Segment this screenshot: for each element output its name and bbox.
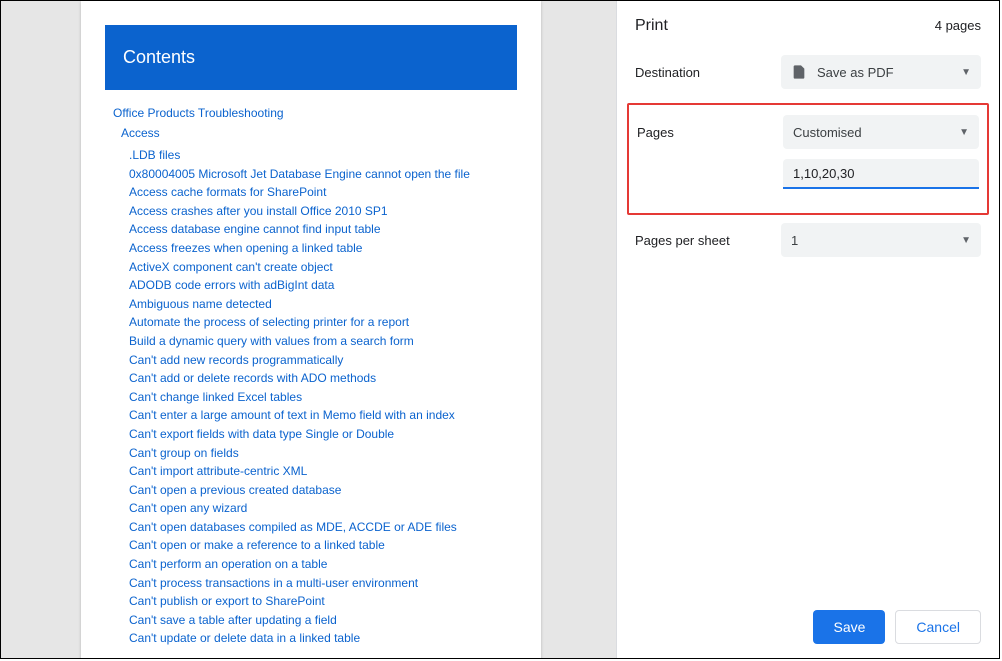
toc-item-link[interactable]: ActiveX component can't create object — [129, 258, 517, 277]
toc-item-link[interactable]: Can't save a table after updating a fiel… — [129, 611, 517, 630]
print-preview-area: Contents Office Products Troubleshooting… — [1, 1, 616, 658]
panel-header: Print 4 pages — [635, 17, 981, 35]
destination-row: Destination Save as PDF ▼ — [635, 55, 981, 89]
pages-mode-select[interactable]: Customised ▼ — [783, 115, 979, 149]
toc-item-link[interactable]: .LDB files — [129, 146, 517, 165]
toc-item-link[interactable]: Access crashes after you install Office … — [129, 202, 517, 221]
pages-range-input[interactable] — [783, 159, 979, 189]
chevron-down-icon: ▼ — [961, 235, 971, 246]
contents-banner: Contents — [105, 25, 517, 90]
toc-item-link[interactable]: Ambiguous name detected — [129, 295, 517, 314]
dialog-footer: Save Cancel — [813, 610, 981, 644]
toc-item-link[interactable]: Can't import attribute-centric XML — [129, 462, 517, 481]
toc-item-link[interactable]: Can't open any wizard — [129, 499, 517, 518]
toc-root: Office Products Troubleshooting Access .… — [105, 106, 517, 648]
destination-label: Destination — [635, 65, 781, 80]
pages-mode-value: Customised — [793, 125, 862, 140]
chevron-down-icon: ▼ — [961, 67, 971, 78]
toc-item-link[interactable]: Can't enter a large amount of text in Me… — [129, 406, 517, 425]
toc-item-link[interactable]: Access database engine cannot find input… — [129, 220, 517, 239]
pps-label: Pages per sheet — [635, 233, 781, 248]
toc-level2-link[interactable]: Access — [121, 126, 517, 140]
chevron-down-icon: ▼ — [959, 127, 969, 138]
pps-value: 1 — [791, 233, 798, 248]
pages-label: Pages — [637, 125, 783, 140]
toc-item-link[interactable]: Automate the process of selecting printe… — [129, 313, 517, 332]
pages-input-row — [637, 157, 979, 191]
toc-item-link[interactable]: Can't export fields with data type Singl… — [129, 425, 517, 444]
page-count: 4 pages — [935, 18, 981, 33]
pdf-icon — [791, 64, 807, 80]
toc-item-link[interactable]: Can't change linked Excel tables — [129, 388, 517, 407]
preview-page: Contents Office Products Troubleshooting… — [81, 1, 541, 658]
toc-item-link[interactable]: Build a dynamic query with values from a… — [129, 332, 517, 351]
toc-item-link[interactable]: Can't publish or export to SharePoint — [129, 592, 517, 611]
preview-scroll[interactable]: Contents Office Products Troubleshooting… — [1, 1, 616, 658]
toc-item-link[interactable]: Can't open a previous created database — [129, 481, 517, 500]
toc-item-link[interactable]: Can't group on fields — [129, 444, 517, 463]
pps-select[interactable]: 1 ▼ — [781, 223, 981, 257]
pages-highlight-block: Pages Customised ▼ — [627, 103, 989, 215]
save-button[interactable]: Save — [813, 610, 885, 644]
pps-row: Pages per sheet 1 ▼ — [635, 223, 981, 257]
panel-title: Print — [635, 17, 668, 35]
toc-item-link[interactable]: Can't add or delete records with ADO met… — [129, 369, 517, 388]
toc-item-link[interactable]: Can't update or delete data in a linked … — [129, 629, 517, 648]
toc-item-link[interactable]: Can't open databases compiled as MDE, AC… — [129, 518, 517, 537]
print-settings-panel: Print 4 pages Destination Save as PDF ▼ … — [616, 1, 999, 658]
pages-row: Pages Customised ▼ — [637, 115, 979, 149]
destination-value: Save as PDF — [817, 65, 894, 80]
toc-item-link[interactable]: Can't perform an operation on a table — [129, 555, 517, 574]
toc-item-link[interactable]: Can't process transactions in a multi-us… — [129, 574, 517, 593]
destination-select[interactable]: Save as PDF ▼ — [781, 55, 981, 89]
toc-item-link[interactable]: Can't open or make a reference to a link… — [129, 536, 517, 555]
toc-item-link[interactable]: Can't add new records programmatically — [129, 351, 517, 370]
toc-level1-link[interactable]: Office Products Troubleshooting — [113, 106, 517, 120]
toc-item-link[interactable]: Access cache formats for SharePoint — [129, 183, 517, 202]
print-dialog-frame: Contents Office Products Troubleshooting… — [0, 0, 1000, 659]
cancel-button[interactable]: Cancel — [895, 610, 981, 644]
toc-item-link[interactable]: 0x80004005 Microsoft Jet Database Engine… — [129, 165, 517, 184]
toc-item-link[interactable]: Access freezes when opening a linked tab… — [129, 239, 517, 258]
toc-item-link[interactable]: ADODB code errors with adBigInt data — [129, 276, 517, 295]
